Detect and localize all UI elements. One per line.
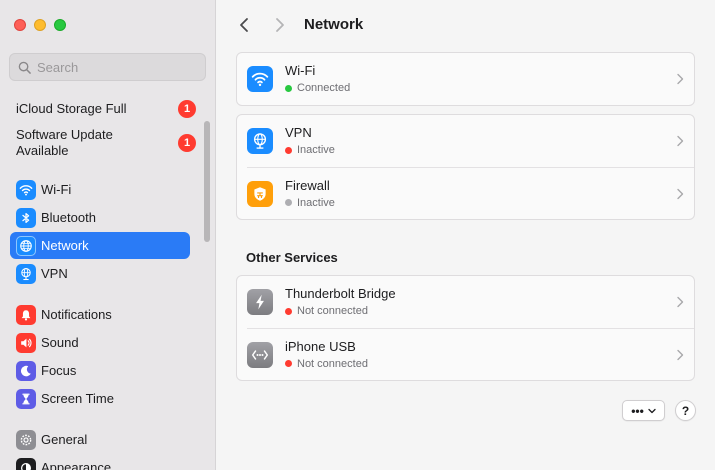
service-row-iphone-usb[interactable]: iPhone USB Not connected: [247, 328, 694, 380]
security-group: VPN Inactive Firewall Inactive: [236, 114, 695, 220]
forward-button[interactable]: [270, 15, 290, 35]
sidebar-item-bluetooth[interactable]: Bluetooth: [10, 204, 190, 231]
window-controls: [14, 19, 66, 31]
status-text: Not connected: [297, 305, 368, 317]
speaker-icon: [16, 332, 36, 353]
service-status: Inactive: [285, 143, 335, 157]
other-services-group: Thunderbolt Bridge Not connected iPhone …: [236, 275, 695, 381]
sidebar-alert-software-update[interactable]: Software Update Available 1: [16, 127, 196, 159]
thunderbolt-icon: [247, 289, 273, 315]
service-status: Not connected: [285, 357, 368, 371]
service-row-wifi[interactable]: Wi-Fi Connected: [237, 53, 694, 105]
sidebar-item-focus[interactable]: Focus: [10, 357, 190, 384]
sidebar-item-sound[interactable]: Sound: [10, 329, 190, 356]
sidebar-item-label: Bluetooth: [41, 210, 96, 225]
section-title-other-services: Other Services: [246, 250, 338, 265]
close-window-button[interactable]: [14, 19, 26, 31]
chevron-right-icon: [677, 73, 684, 85]
chevron-right-icon: [276, 18, 284, 32]
status-dot-red: [285, 360, 292, 367]
status-dot-red: [285, 307, 292, 315]
status-text: Not connected: [297, 357, 368, 370]
sidebar-alert-icloud[interactable]: iCloud Storage Full 1: [16, 100, 196, 118]
chevron-right-icon: [677, 135, 684, 147]
alert-label: Software Update Available: [16, 127, 113, 158]
sidebar-item-appearance[interactable]: Appearance: [10, 454, 190, 470]
sidebar-item-label: General: [41, 432, 88, 447]
status-dot-red: [285, 146, 292, 154]
globe-icon: [16, 235, 36, 256]
wifi-group: Wi-Fi Connected: [236, 52, 695, 106]
toolbar: Network: [216, 0, 715, 50]
sidebar-item-label: Appearance: [41, 460, 112, 470]
service-status: Connected: [285, 81, 350, 95]
service-status: Inactive: [285, 196, 335, 210]
sidebar-item-label: Focus: [41, 363, 77, 378]
wifi-icon: [16, 179, 36, 200]
sidebar-item-network[interactable]: Network: [10, 232, 190, 259]
gear-icon: [16, 429, 36, 450]
chevron-right-icon: [677, 349, 684, 361]
sidebar-item-screen-time[interactable]: Screen Time: [10, 385, 190, 412]
vpn-globe-icon: [16, 263, 36, 284]
search-icon: [18, 61, 31, 74]
sidebar-item-notifications[interactable]: Notifications: [10, 301, 190, 328]
more-actions-button[interactable]: •••: [622, 400, 665, 421]
sidebar-item-vpn[interactable]: VPN: [10, 260, 190, 287]
alert-label: iCloud Storage Full: [16, 101, 127, 116]
wifi-icon: [247, 66, 273, 92]
chevron-right-icon: [677, 188, 684, 200]
back-button[interactable]: [234, 15, 254, 35]
page-title: Network: [304, 16, 364, 33]
service-status: Not connected: [285, 304, 396, 318]
chevron-down-icon: [648, 408, 656, 413]
sidebar: iCloud Storage Full 1 Software Update Av…: [0, 0, 216, 470]
sidebar-item-label: Screen Time: [41, 391, 114, 406]
sidebar-item-label: Wi-Fi: [41, 182, 72, 197]
sidebar-item-label: Sound: [41, 335, 79, 350]
chevron-right-icon: [677, 296, 684, 308]
appearance-icon: [16, 457, 36, 470]
service-name: Firewall: [285, 177, 330, 193]
service-name: VPN: [285, 125, 312, 140]
chevron-left-icon: [240, 18, 248, 32]
service-row-firewall[interactable]: Firewall Inactive: [247, 167, 694, 219]
status-text: Connected: [297, 82, 351, 94]
ellipsis-icon: •••: [631, 403, 644, 418]
sidebar-item-general[interactable]: General: [10, 426, 190, 453]
service-name: Wi-Fi: [285, 63, 316, 78]
sidebar-item-wifi[interactable]: Wi-Fi: [10, 176, 190, 203]
service-row-vpn[interactable]: VPN Inactive: [237, 115, 694, 167]
alert-badge: 1: [178, 134, 196, 152]
alert-badge: 1: [178, 100, 196, 118]
settings-window: iCloud Storage Full 1 Software Update Av…: [0, 0, 715, 470]
main-content: Network Wi-Fi Connected VPN Inactive Fir…: [216, 0, 715, 470]
hourglass-icon: [16, 388, 36, 409]
moon-icon: [16, 360, 36, 381]
bluetooth-icon: [16, 207, 36, 228]
vpn-globe-icon: [247, 128, 273, 154]
search-input[interactable]: [37, 59, 197, 75]
sidebar-scrollbar[interactable]: [204, 121, 210, 242]
zoom-window-button[interactable]: [54, 19, 66, 31]
usb-dots-icon: [247, 341, 273, 368]
bell-icon: [16, 304, 36, 325]
service-row-thunderbolt-bridge[interactable]: Thunderbolt Bridge Not connected: [237, 276, 694, 328]
service-name: iPhone USB: [285, 338, 356, 354]
sidebar-item-label: VPN: [41, 266, 68, 281]
help-button[interactable]: ?: [675, 400, 696, 421]
firewall-shield-icon: [247, 180, 273, 207]
sidebar-item-label: Notifications: [41, 307, 112, 322]
status-dot-green: [285, 84, 292, 92]
status-text: Inactive: [297, 144, 335, 156]
status-text: Inactive: [297, 196, 335, 209]
search-field[interactable]: [9, 53, 206, 81]
sidebar-item-label: Network: [41, 238, 89, 253]
service-name: Thunderbolt Bridge: [285, 286, 396, 301]
minimize-window-button[interactable]: [34, 19, 46, 31]
status-dot-gray: [285, 199, 292, 206]
